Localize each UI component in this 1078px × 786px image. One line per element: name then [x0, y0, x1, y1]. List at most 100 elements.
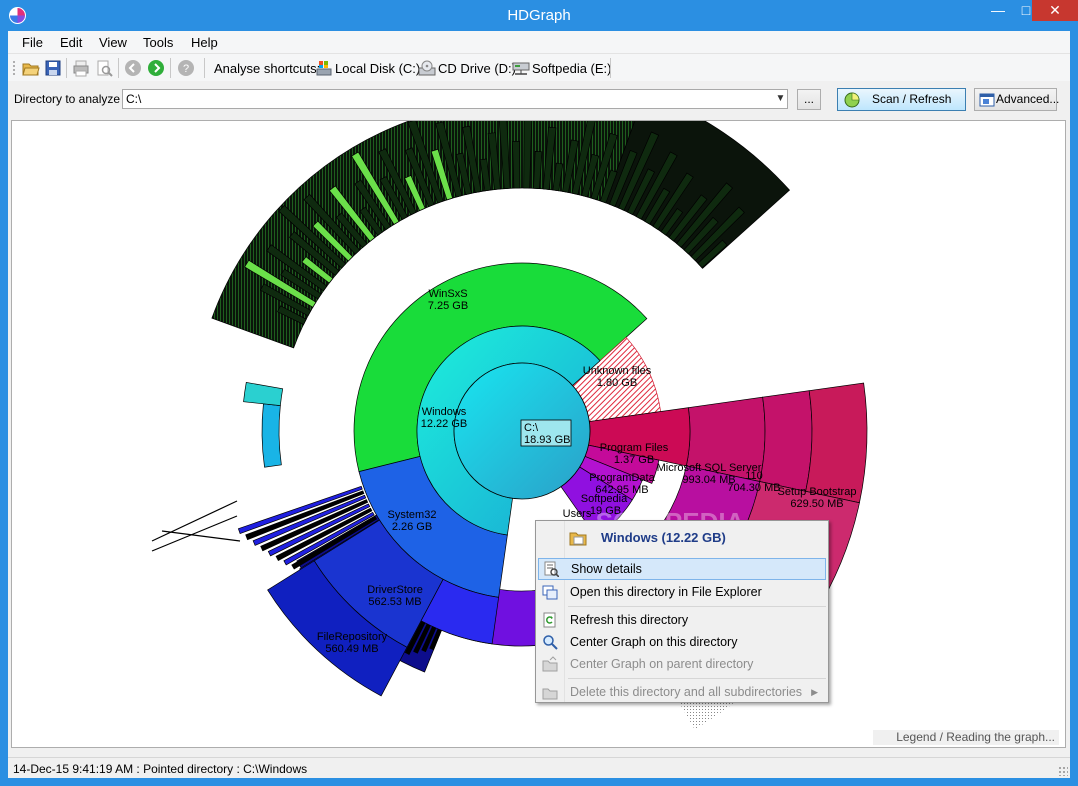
directory-label: Directory to analyze : [14, 92, 127, 106]
toolbar-separator [170, 58, 171, 78]
winsxs-child-folder-segment[interactable] [512, 140, 521, 189]
system32-label: System32 [388, 509, 437, 521]
shortcut-softpedia[interactable]: Softpedia (E:) [532, 61, 612, 76]
menu-delete-directory[interactable]: Delete this directory and all subdirecto… [538, 681, 826, 703]
directory-bar: Directory to analyze : C:\ ▼ ... Scan / … [8, 83, 1070, 117]
menu-show-details-label: Show details [571, 562, 642, 576]
winsxs-children-segment[interactable] [604, 121, 791, 269]
unknown-files-label: Unknown files [583, 365, 652, 377]
advanced-label: Advanced... [996, 92, 1060, 106]
print-preview-icon[interactable] [95, 59, 113, 77]
filerepository-size-label: 560.49 MB [325, 643, 378, 655]
toolbar-separator [610, 58, 611, 78]
scan-icon [844, 92, 860, 108]
parent-folder-icon [542, 656, 558, 672]
window-title: HDGraph [507, 7, 571, 24]
windows-size-label: 12.22 GB [421, 418, 467, 430]
110-size-label: 704.30 MB [727, 482, 780, 494]
blue-files-segment[interactable] [261, 403, 282, 468]
open-folder-icon[interactable] [22, 59, 40, 77]
stray-folder-line [161, 530, 241, 542]
close-button[interactable]: ✕ [1032, 0, 1078, 21]
minimize-button[interactable]: — [984, 0, 1012, 21]
magnifier-icon [543, 635, 558, 650]
menu-edit[interactable]: Edit [60, 35, 82, 50]
title-bar[interactable]: HDGraph — □ ✕ [0, 0, 1078, 31]
back-icon[interactable] [124, 59, 142, 77]
refresh-icon [543, 612, 556, 628]
local-disk-icon[interactable] [315, 59, 333, 77]
analyse-shortcuts-label: Analyse shortcuts: [214, 61, 321, 76]
status-text: 14-Dec-15 9:41:19 AM : Pointed directory… [13, 762, 308, 776]
program-files-label: Program Files [600, 442, 669, 454]
scan-refresh-label: Scan / Refresh [872, 92, 952, 106]
toolbar-separator [204, 58, 205, 78]
winsxs-size-label: 7.25 GB [428, 300, 468, 312]
setup-bootstrap-size-label: 629.50 MB [790, 498, 843, 510]
chevron-down-icon[interactable]: ▼ [774, 90, 787, 108]
details-icon [544, 561, 559, 577]
advanced-button[interactable]: Advanced... [974, 88, 1060, 111]
program-files-size-label: 1.37 GB [614, 454, 654, 466]
toolbar-separator [118, 58, 119, 78]
browse-button[interactable]: ... [797, 89, 821, 110]
delete-folder-icon [542, 688, 558, 700]
explorer-icon [542, 585, 558, 600]
help-icon[interactable]: ? [177, 59, 195, 77]
menu-center-graph[interactable]: Center Graph on this directory [538, 631, 826, 653]
network-drive-icon[interactable] [512, 59, 530, 77]
setup-bootstrap-segment[interactable] [805, 382, 868, 504]
menu-open-explorer[interactable]: Open this directory in File Explorer [538, 581, 826, 603]
menu-open-explorer-label: Open this directory in File Explorer [570, 585, 762, 599]
driverstore-size-label: 562.53 MB [368, 596, 421, 608]
menu-delete-directory-label: Delete this directory and all subdirecto… [570, 685, 803, 699]
110-segment[interactable] [759, 390, 813, 492]
settings-window-icon [979, 93, 995, 107]
svg-text:?: ? [183, 63, 189, 75]
scan-refresh-button[interactable]: Scan / Refresh [837, 88, 966, 111]
menu-tools[interactable]: Tools [143, 35, 173, 50]
unknown-files-size-label: 1.80 GB [597, 377, 637, 389]
shortcut-local-disk[interactable]: Local Disk (C:) [335, 61, 420, 76]
menu-file[interactable]: File [22, 35, 43, 50]
directory-input[interactable]: C:\ [122, 89, 788, 109]
toolbar: ? Analyse shortcuts: Local Disk (C:) CD … [8, 53, 1070, 81]
softpedia-label: Softpedia [581, 493, 628, 505]
menu-separator [568, 678, 826, 679]
print-icon[interactable] [72, 59, 90, 77]
windows-label: Windows [422, 406, 467, 418]
forward-icon[interactable] [147, 59, 165, 77]
users-label: Users [563, 508, 592, 520]
folder-icon [569, 532, 587, 546]
shortcut-cd-drive[interactable]: CD Drive (D:) [438, 61, 516, 76]
status-bar: 14-Dec-15 9:41:19 AM : Pointed directory… [8, 757, 1070, 778]
legend-link[interactable]: Legend / Reading the graph... [873, 730, 1059, 745]
submenu-arrow-icon: ▶ [811, 687, 818, 697]
save-icon[interactable] [44, 59, 62, 77]
110-label: 110 [745, 470, 763, 482]
programdata-label: ProgramData [589, 472, 655, 484]
menu-refresh-directory[interactable]: Refresh this directory [538, 609, 826, 631]
menu-help[interactable]: Help [191, 35, 218, 50]
app-window: HDGraph — □ ✕ File Edit View Tools Help … [0, 0, 1078, 786]
menu-center-graph-label: Center Graph on this directory [570, 635, 738, 649]
root-name-label: C:\ [524, 422, 539, 434]
root-size-label: 18.93 GB [524, 434, 570, 446]
winsxs-label: WinSxS [428, 288, 467, 300]
menu-refresh-directory-label: Refresh this directory [570, 613, 689, 627]
menu-view[interactable]: View [99, 35, 127, 50]
menu-center-parent[interactable]: Center Graph on parent directory [538, 653, 826, 675]
cd-drive-icon[interactable] [418, 59, 436, 77]
system32-size-label: 2.26 GB [392, 521, 432, 533]
thin-cyan-segment[interactable] [243, 381, 284, 406]
setup-bootstrap-label: Setup Bootstrap [778, 486, 857, 498]
resize-grip-icon[interactable] [1058, 766, 1068, 776]
filerepository-label: FileRepository [317, 631, 388, 643]
context-menu: Windows (12.22 GB) Show details Open thi… [535, 520, 829, 703]
toolbar-separator [66, 58, 67, 78]
menu-show-details[interactable]: Show details [538, 558, 826, 580]
menu-separator [568, 606, 826, 607]
driverstore-label: DriverStore [367, 584, 423, 596]
menu-center-parent-label: Center Graph on parent directory [570, 657, 754, 671]
toolbar-grip-icon [13, 61, 15, 75]
